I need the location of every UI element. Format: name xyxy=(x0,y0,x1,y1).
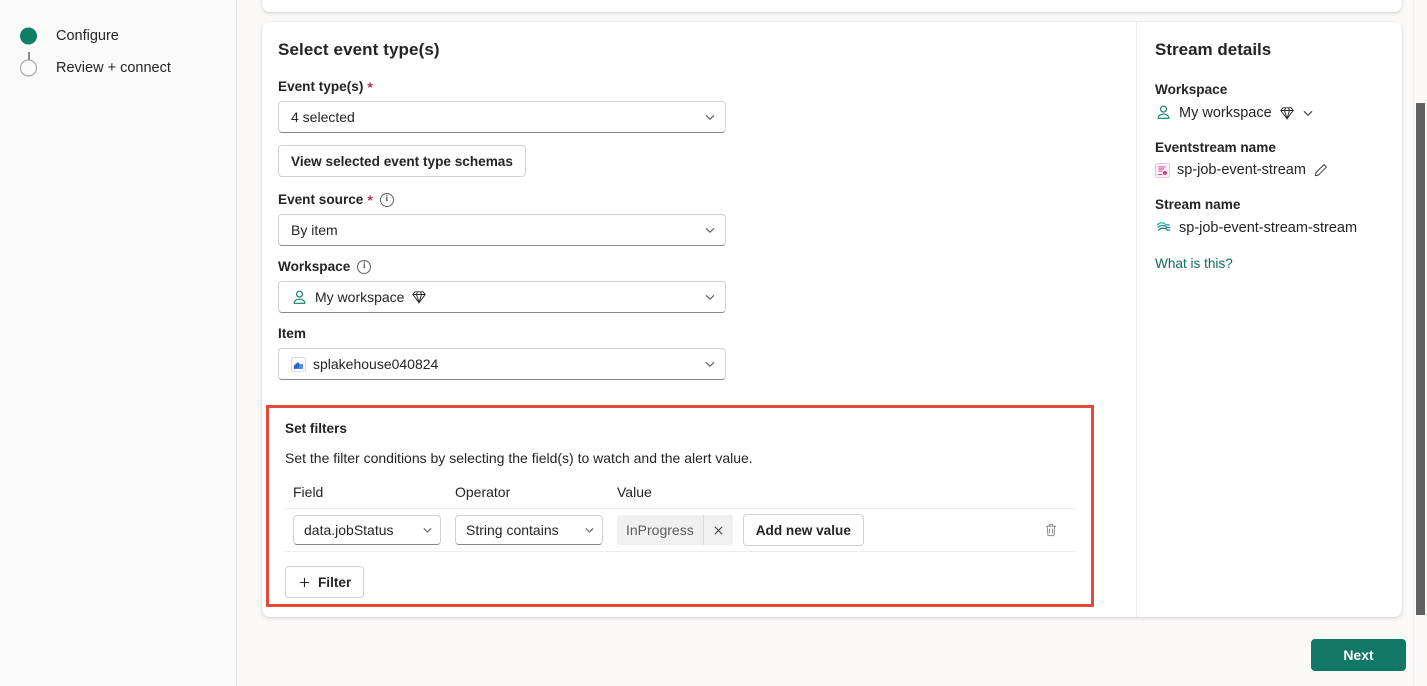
stream-icon xyxy=(1155,219,1172,236)
workspace-detail-group: Workspace My workspace xyxy=(1155,82,1384,121)
workspace-dropdown[interactable]: My workspace xyxy=(278,281,726,313)
stream-details-panel: Stream details Workspace My workspace Ev… xyxy=(1137,22,1402,617)
filter-field-value: data.jobStatus xyxy=(304,522,394,538)
workspace-detail-value: My workspace xyxy=(1179,104,1272,121)
wizard-step-review-connect[interactable]: Review + connect xyxy=(20,52,171,84)
event-source-label: Event source * i xyxy=(278,191,1112,209)
step-complete-dot-icon xyxy=(20,27,37,45)
filter-field-dropdown[interactable]: data.jobStatus xyxy=(293,515,441,545)
eventstream-name-value-row: sp-job-event-stream xyxy=(1155,162,1384,178)
event-types-value: 4 selected xyxy=(291,109,355,125)
set-filters-description: Set the filter conditions by selecting t… xyxy=(285,450,753,466)
filter-operator-value: String contains xyxy=(466,522,559,538)
chevron-down-icon xyxy=(704,224,716,236)
workspace-label: Workspace i xyxy=(278,258,1112,276)
chevron-down-icon[interactable] xyxy=(1302,107,1314,119)
vertical-scrollbar-track[interactable] xyxy=(1413,0,1427,686)
chevron-down-icon xyxy=(584,525,595,536)
set-filters-section: Set filters Set the filter conditions by… xyxy=(266,405,1094,607)
filter-table-header: Field Operator Value xyxy=(285,484,1075,508)
view-schemas-block: View selected event type schemas xyxy=(278,145,1112,177)
wizard-step-list: Configure Review + connect xyxy=(20,20,171,84)
page-title: Select event type(s) xyxy=(278,40,440,59)
field-label-text: Event source xyxy=(278,192,364,207)
field-label-text: Workspace xyxy=(278,259,351,274)
add-filter-label: Filter xyxy=(318,574,352,590)
event-source-field-block: Event source * i By item xyxy=(278,191,1112,246)
workspace-value: My workspace xyxy=(315,289,405,305)
field-label-text: Event type(s) xyxy=(278,79,364,94)
filter-operator-cell: String contains xyxy=(455,515,617,545)
info-icon[interactable]: i xyxy=(357,260,372,274)
add-filter-button[interactable]: Filter xyxy=(285,566,365,598)
person-icon xyxy=(1155,104,1172,121)
chevron-down-icon xyxy=(422,525,433,536)
fabric-capacity-diamond-icon xyxy=(1279,105,1295,121)
workspace-detail-label: Workspace xyxy=(1155,82,1228,97)
column-header-value: Value xyxy=(617,484,652,500)
table-row: data.jobStatus String contains InProgres… xyxy=(285,508,1075,552)
set-filters-title: Set filters xyxy=(285,421,347,436)
add-new-value-button[interactable]: Add new value xyxy=(742,514,864,546)
event-config-form: Select event type(s) Event type(s) * 4 s… xyxy=(262,22,1136,617)
event-types-label: Event type(s) * xyxy=(278,78,1112,96)
item-field-block: Item splakehouse040824 xyxy=(278,325,1112,380)
filter-value-cell: InProgress Add new value xyxy=(617,514,1075,546)
step-pending-dot-icon xyxy=(20,59,37,77)
vertical-scrollbar-thumb[interactable] xyxy=(1416,103,1425,615)
remove-value-icon[interactable] xyxy=(702,515,733,545)
wizard-step-label: Review + connect xyxy=(56,59,171,76)
event-types-dropdown[interactable]: 4 selected xyxy=(278,101,726,133)
delete-filter-row-icon[interactable] xyxy=(1037,516,1065,544)
eventstream-icon xyxy=(1155,162,1170,178)
stream-name-value-row: sp-job-event-stream-stream xyxy=(1155,219,1384,236)
eventstream-name-group: Eventstream name sp-job-event-stream xyxy=(1155,140,1384,178)
fabric-capacity-diamond-icon xyxy=(411,289,427,305)
workspace-detail-value-row[interactable]: My workspace xyxy=(1155,104,1384,121)
field-label-text: Item xyxy=(278,326,306,341)
wizard-rail: Configure Review + connect xyxy=(0,0,237,686)
view-selected-event-type-schemas-button[interactable]: View selected event type schemas xyxy=(278,145,526,177)
filter-value-chip: InProgress xyxy=(617,515,733,545)
event-source-dropdown[interactable]: By item xyxy=(278,214,726,246)
item-value: splakehouse040824 xyxy=(313,356,439,372)
filter-operator-dropdown[interactable]: String contains xyxy=(455,515,603,545)
event-types-field-block: Event type(s) * 4 selected xyxy=(278,78,1112,133)
stream-name-group: Stream name sp-job-event-stream-stream xyxy=(1155,197,1384,236)
info-icon[interactable]: i xyxy=(379,193,394,207)
item-label: Item xyxy=(278,325,1112,343)
content-area: Select event type(s) Event type(s) * 4 s… xyxy=(237,0,1427,686)
chevron-down-icon xyxy=(704,291,716,303)
filter-field-cell: data.jobStatus xyxy=(293,515,455,545)
lakehouse-icon xyxy=(291,356,306,372)
eventstream-name-value: sp-job-event-stream xyxy=(1177,162,1306,178)
workspace-field-block: Workspace i My workspace xyxy=(278,258,1112,313)
next-button[interactable]: Next xyxy=(1311,639,1406,671)
wizard-step-configure[interactable]: Configure xyxy=(20,20,171,72)
item-dropdown[interactable]: splakehouse040824 xyxy=(278,348,726,380)
what-is-this-link[interactable]: What is this? xyxy=(1155,256,1233,271)
column-header-field: Field xyxy=(293,484,324,500)
configure-card: Select event type(s) Event type(s) * 4 s… xyxy=(262,22,1402,617)
chevron-down-icon xyxy=(704,358,716,370)
previous-card-partial xyxy=(262,0,1402,12)
required-asterisk: * xyxy=(367,192,373,208)
filter-value-text: InProgress xyxy=(626,522,694,538)
edit-pencil-icon[interactable] xyxy=(1313,162,1329,178)
eventstream-name-label: Eventstream name xyxy=(1155,140,1276,155)
required-asterisk: * xyxy=(367,79,373,95)
plus-icon xyxy=(298,576,311,589)
stream-name-label: Stream name xyxy=(1155,197,1241,212)
filter-table: Field Operator Value data.jobStatus Stri… xyxy=(285,484,1075,552)
event-source-value: By item xyxy=(291,222,338,238)
stream-details-title: Stream details xyxy=(1155,40,1272,59)
column-header-operator: Operator xyxy=(455,484,511,500)
stream-name-value: sp-job-event-stream-stream xyxy=(1179,219,1358,236)
wizard-step-label: Configure xyxy=(56,27,119,44)
chevron-down-icon xyxy=(704,111,716,123)
person-icon xyxy=(291,289,308,306)
